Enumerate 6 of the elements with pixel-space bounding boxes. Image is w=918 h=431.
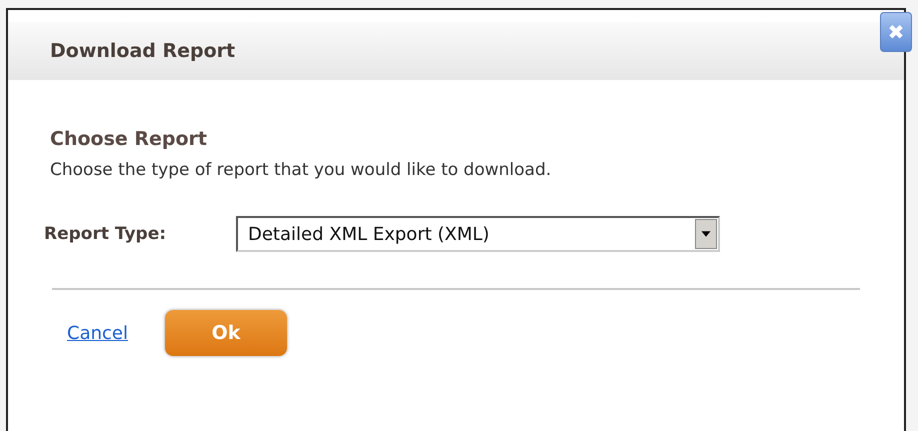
cancel-link[interactable]: Cancel [67, 322, 128, 344]
section-heading: Choose Report [50, 128, 208, 150]
section-description: Choose the type of report that you would like to download. [50, 160, 552, 180]
report-type-label: Report Type: [44, 224, 168, 244]
report-type-dropdown[interactable]: Detailed XML Export (XML) [236, 216, 720, 252]
dialog-title: Download Report [50, 40, 236, 62]
